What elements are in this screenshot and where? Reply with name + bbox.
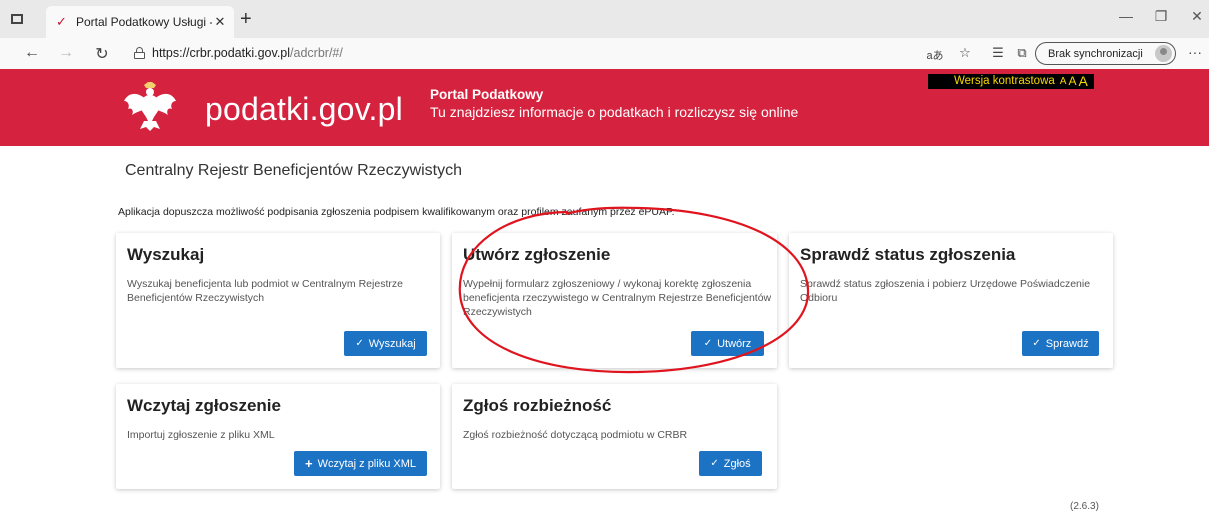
- browser-tab[interactable]: ✓ Portal Podatkowy Usługi - ADCR ✕: [46, 6, 234, 38]
- site-header: podatki.gov.pl Portal Podatkowy Tu znajd…: [0, 69, 1209, 146]
- check-icon: ✓: [710, 458, 719, 469]
- portal-subtitle: Tu znajdziesz informacje o podatkach i r…: [430, 104, 799, 120]
- favicon-icon: ✓: [56, 14, 67, 29]
- card-title: Sprawdź status zgłoszenia: [800, 245, 1016, 264]
- accessibility-bar: Wersja kontrastowa A A A: [928, 74, 1094, 89]
- card-description: Zgłoś rozbieżność dotyczącą podmiotu w C…: [463, 429, 688, 441]
- new-tab-icon[interactable]: +: [240, 9, 252, 29]
- portal-tagline: Portal Podatkowy Tu znajdziesz informacj…: [430, 87, 798, 120]
- font-size-medium[interactable]: A: [1068, 74, 1076, 89]
- card-title: Wczytaj zgłoszenie: [127, 396, 281, 415]
- eagle-emblem-icon[interactable]: [122, 81, 178, 133]
- favorites-icon[interactable]: ☰: [988, 45, 1008, 61]
- card-description: Sprawdź status zgłoszenia i pobierz Urzę…: [800, 278, 1091, 304]
- check-icon: ✓: [355, 338, 364, 349]
- close-window-icon[interactable]: ✕: [1186, 8, 1208, 25]
- contrast-toggle[interactable]: Wersja kontrastowa: [954, 74, 1055, 89]
- minimize-icon[interactable]: —: [1115, 8, 1137, 24]
- lock-icon[interactable]: [134, 47, 145, 59]
- app-version: (2.6.3): [1070, 501, 1099, 512]
- card-description: Importuj zgłoszenie z pliku XML: [127, 429, 275, 441]
- sync-label: Brak synchronizacji: [1048, 47, 1143, 60]
- font-size-large[interactable]: A: [1078, 74, 1087, 89]
- browser-tab-bar: ✓ Portal Podatkowy Usługi - ADCR ✕ + — ❐…: [0, 0, 1209, 38]
- tab-actions-icon[interactable]: [8, 10, 26, 28]
- more-options-icon[interactable]: ···: [1188, 44, 1202, 60]
- check-status-button[interactable]: ✓ Sprawdź: [1022, 331, 1099, 356]
- card-description: Wyszukaj beneficjenta lub podmiot w Cent…: [127, 278, 403, 304]
- card-check-status: Sprawdź status zgłoszenia Sprawdź status…: [789, 233, 1113, 368]
- add-favorite-icon[interactable]: ☆: [955, 45, 975, 61]
- check-icon: ✓: [1032, 338, 1041, 349]
- portal-title: Portal Podatkowy: [430, 87, 544, 102]
- card-load: Wczytaj zgłoszenie Importuj zgłoszenie z…: [116, 384, 440, 489]
- card-title: Zgłoś rozbieżność: [463, 396, 612, 415]
- report-button[interactable]: ✓ Zgłoś: [699, 451, 762, 476]
- card-discrepancy: Zgłoś rozbieżność Zgłoś rozbieżność doty…: [452, 384, 777, 489]
- sync-button[interactable]: Brak synchronizacji: [1035, 42, 1176, 65]
- font-size-small[interactable]: A: [1060, 74, 1067, 89]
- back-icon[interactable]: ←: [22, 44, 42, 62]
- collections-icon[interactable]: ⧉: [1012, 45, 1032, 61]
- tab-title: Portal Podatkowy Usługi - ADCR: [76, 15, 212, 29]
- plus-icon: +: [304, 456, 313, 471]
- refresh-icon[interactable]: ↻: [92, 44, 112, 64]
- close-tab-icon[interactable]: ✕: [212, 14, 228, 30]
- search-button[interactable]: ✓ Wyszukaj: [344, 331, 427, 356]
- card-title: Wyszukaj: [127, 245, 205, 264]
- card-search: Wyszukaj Wyszukaj beneficjenta lub podmi…: [116, 233, 440, 368]
- read-aloud-icon[interactable]: aあ: [925, 47, 945, 63]
- site-brand[interactable]: podatki.gov.pl: [205, 91, 403, 128]
- load-xml-button[interactable]: + Wczytaj z pliku XML: [294, 451, 427, 476]
- restore-icon[interactable]: ❐: [1150, 8, 1172, 25]
- url-field[interactable]: https://crbr.podatki.gov.pl/adcrbr/#/: [152, 46, 343, 60]
- avatar: [1155, 45, 1172, 62]
- annotation-ellipse: [458, 206, 810, 374]
- address-bar: ← → ↻ https://crbr.podatki.gov.pl/adcrbr…: [0, 38, 1209, 70]
- page-title: Centralny Rejestr Beneficjentów Rzeczywi…: [125, 162, 463, 179]
- forward-icon[interactable]: →: [56, 44, 76, 62]
